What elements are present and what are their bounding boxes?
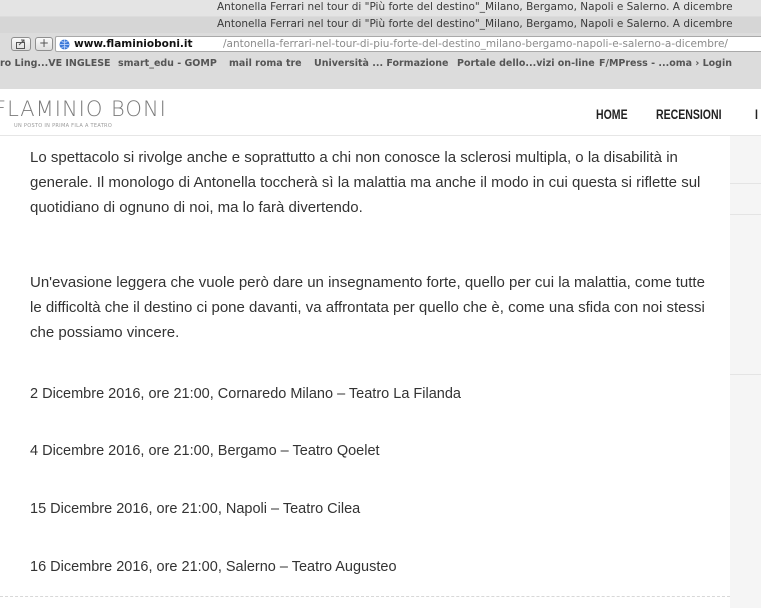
- url-path: /antonella-ferrari-nel-tour-di-piu-forte…: [223, 38, 728, 50]
- show-date-item: 4 Dicembre 2016, ore 21:00, Bergamo – Te…: [30, 443, 380, 459]
- content-divider: [0, 596, 730, 597]
- bookmarks-bar: ro Ling...VE INGLESE smart_edu - GOMP ma…: [0, 56, 761, 72]
- window-title-row: Antonella Ferrari nel tour di "Più forte…: [0, 0, 761, 16]
- nav-next-item[interactable]: I: [755, 107, 758, 122]
- bookmark-item[interactable]: mail roma tre: [229, 58, 302, 69]
- show-date-item: 16 Dicembre 2016, ore 21:00, Salerno – T…: [30, 559, 397, 575]
- browser-chrome: Antonella Ferrari nel tour di "Più forte…: [0, 0, 761, 90]
- share-icon: [16, 39, 25, 49]
- site-logo[interactable]: FLAMINIO BONI: [0, 97, 167, 121]
- url-host: www.flaminioboni.it: [74, 38, 193, 50]
- article-paragraph: Lo spettacolo si rivolge anche e sopratt…: [30, 149, 701, 216]
- sidebar-divider: [730, 183, 761, 184]
- share-button[interactable]: [11, 37, 31, 51]
- sidebar: [730, 136, 761, 608]
- active-tab-title[interactable]: Antonella Ferrari nel tour di "Più forte…: [217, 18, 733, 30]
- nav-recensioni[interactable]: RECENSIONI: [656, 107, 722, 122]
- sidebar-divider: [730, 374, 761, 375]
- add-bookmark-button[interactable]: +: [35, 37, 53, 51]
- show-date-item: 2 Dicembre 2016, ore 21:00, Cornaredo Mi…: [30, 386, 461, 402]
- tab-title[interactable]: Antonella Ferrari nel tour di "Più forte…: [217, 1, 733, 13]
- site-tagline: UN POSTO IN PRIMA FILA A TEATRO: [14, 123, 113, 129]
- site-header: FLAMINIO BONI UN POSTO IN PRIMA FILA A T…: [0, 89, 761, 136]
- active-tab-row: Antonella Ferrari nel tour di "Più forte…: [0, 17, 761, 33]
- sidebar-divider: [730, 214, 761, 215]
- show-date-item: 15 Dicembre 2016, ore 21:00, Napoli – Te…: [30, 501, 361, 517]
- globe-icon: [59, 39, 70, 50]
- url-input[interactable]: www.flaminioboni.it /antonella-ferrari-n…: [55, 36, 761, 52]
- article-paragraph: Un'evasione leggera che vuole però dare …: [30, 274, 705, 341]
- bookmark-item[interactable]: smart_edu - GOMP: [118, 58, 217, 69]
- bookmark-item[interactable]: ro Ling...VE INGLESE: [0, 58, 111, 69]
- nav-home[interactable]: HOME: [596, 107, 628, 122]
- bookmark-item[interactable]: Università ... Formazione: [314, 58, 449, 69]
- bookmark-item[interactable]: Portale dello...vizi on-line: [457, 58, 595, 69]
- address-bar-row: + www.flaminioboni.it /antonella-ferrari…: [0, 35, 761, 53]
- bookmark-item[interactable]: F/MPress - ...oma › Login: [599, 58, 732, 69]
